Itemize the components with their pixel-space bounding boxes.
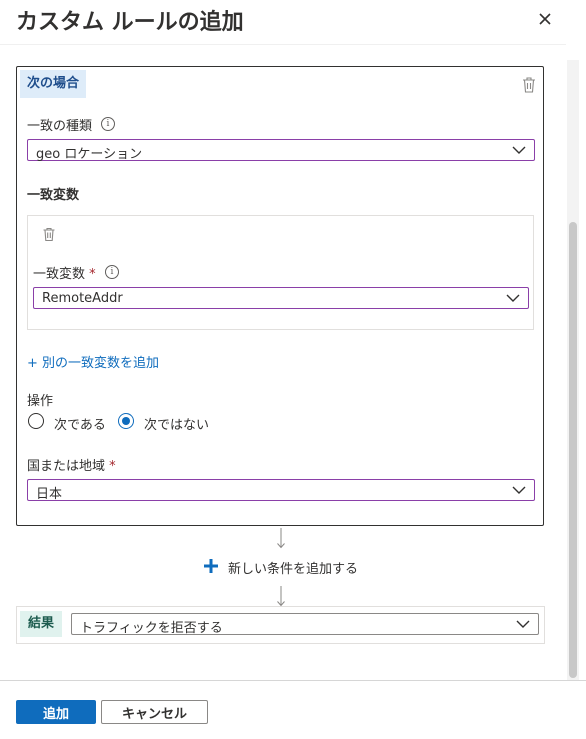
required-mark: * [109,459,116,474]
match-variables-heading: 一致変数 [27,188,80,203]
country-label: 国または地域 * [27,455,116,474]
radio-is-not-label[interactable]: 次ではない [144,414,209,433]
result-tag: 結果 [20,611,62,637]
radio-is-not[interactable] [118,413,134,429]
result-select[interactable]: トラフィックを拒否する [71,613,539,636]
scrollbar-thumb[interactable] [569,222,577,678]
chevron-down-icon [516,620,530,628]
match-variable-label-text: 一致変数 [33,267,86,282]
header-divider [0,44,566,45]
connector-arrow-icon [277,586,285,607]
condition-tag: 次の場合 [20,70,86,98]
radio-is[interactable] [28,413,44,429]
required-mark: * [89,267,96,282]
match-type-select[interactable]: geo ロケーション [27,139,535,162]
close-icon[interactable] [534,8,556,30]
plus-icon[interactable] [203,558,219,574]
result-value: トラフィックを拒否する [80,621,223,636]
add-match-variable-link[interactable]: + 別の一致変数を追加 [27,352,159,371]
cancel-button[interactable]: キャンセル [101,700,208,724]
chevron-down-icon [512,146,526,154]
country-label-text: 国または地域 [27,459,106,474]
footer-divider [0,680,586,681]
delete-variable-icon[interactable] [42,227,56,242]
info-icon[interactable]: i [105,265,119,279]
operation-label: 操作 [27,394,54,409]
info-icon[interactable]: i [101,117,115,131]
chevron-down-icon [512,486,526,494]
match-type-label: 一致の種類 [27,119,93,134]
add-button[interactable]: 追加 [16,700,96,724]
match-variable-value: RemoteAddr [42,291,123,306]
match-variable-select[interactable]: RemoteAddr [33,287,529,309]
match-type-value: geo ロケーション [36,147,143,162]
add-condition-button[interactable]: 新しい条件を追加する [228,558,358,577]
radio-is-label[interactable]: 次である [54,414,106,433]
country-select[interactable]: 日本 [27,479,535,502]
delete-condition-icon[interactable] [521,76,537,94]
match-variable-group [27,215,534,330]
match-variable-label: 一致変数 * [33,263,96,282]
chevron-down-icon [506,294,520,302]
country-value: 日本 [36,487,63,502]
connector-arrow-icon [277,528,285,549]
panel-title: カスタム ルールの追加 [16,10,244,35]
